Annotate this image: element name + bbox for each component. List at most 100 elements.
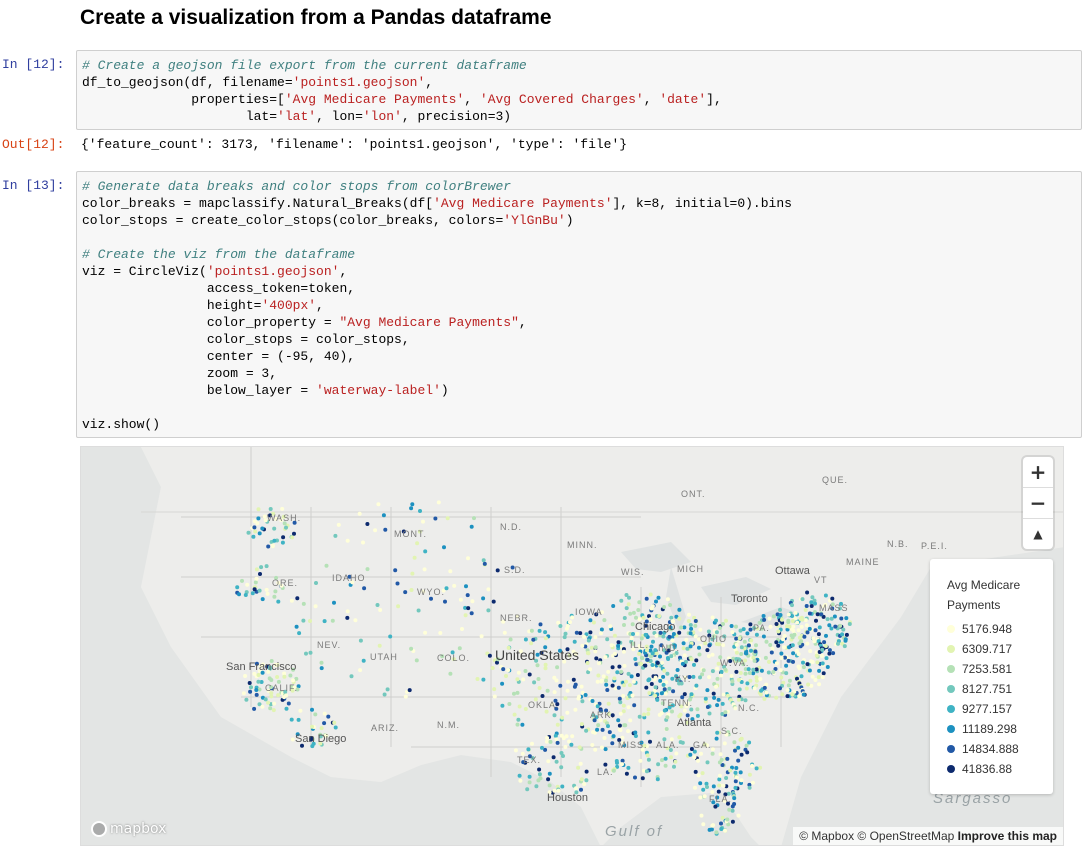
data-point	[645, 657, 650, 662]
data-point	[696, 773, 701, 778]
data-point	[762, 696, 767, 701]
legend-item: 41836.88	[947, 759, 1043, 779]
data-point	[803, 618, 808, 623]
data-point	[591, 730, 595, 735]
data-point	[734, 766, 739, 770]
data-point	[670, 709, 674, 714]
data-point	[537, 767, 542, 772]
data-point	[281, 535, 286, 540]
data-point	[580, 643, 585, 648]
code-token: "Avg Medicare Payments"	[339, 315, 519, 330]
code-token: 'Avg Covered Charges'	[479, 92, 644, 107]
water-label: Gulf of	[605, 823, 664, 840]
data-point	[634, 662, 639, 667]
data-point	[724, 618, 728, 623]
data-point	[457, 646, 462, 651]
data-point	[646, 707, 651, 712]
data-point	[774, 640, 779, 645]
data-point	[376, 502, 381, 507]
data-point	[734, 669, 739, 674]
data-point	[596, 673, 601, 678]
data-point	[255, 521, 260, 526]
data-point	[668, 603, 673, 607]
code-cell-13[interactable]: # Generate data breaks and color stops f…	[76, 171, 1082, 438]
data-point	[724, 776, 729, 780]
data-point	[552, 690, 557, 695]
data-point	[264, 564, 269, 569]
data-point	[297, 631, 302, 636]
data-point	[710, 652, 715, 657]
data-point	[268, 507, 273, 511]
data-point	[669, 654, 674, 659]
zoom-in-button[interactable]: +	[1023, 457, 1053, 488]
data-point	[269, 694, 274, 699]
data-point	[662, 605, 667, 609]
data-point	[654, 633, 659, 638]
data-point	[648, 592, 653, 597]
data-point	[684, 637, 689, 642]
data-point	[602, 736, 607, 740]
state-label: TEX.	[517, 755, 542, 765]
data-point	[646, 757, 651, 762]
legend-swatch	[947, 745, 955, 753]
data-point	[270, 544, 275, 549]
data-point	[689, 707, 694, 712]
data-point	[525, 787, 530, 792]
data-point	[782, 634, 787, 638]
data-point	[345, 538, 350, 543]
data-point	[767, 659, 771, 664]
data-point	[423, 630, 428, 635]
data-point	[502, 630, 507, 635]
data-point	[264, 587, 269, 592]
data-point	[560, 715, 565, 720]
state-label: WIS.	[621, 567, 645, 577]
data-point	[827, 648, 832, 653]
data-point	[752, 686, 757, 691]
data-point	[627, 683, 632, 688]
data-point	[705, 648, 710, 653]
data-point	[810, 674, 815, 679]
data-point	[628, 611, 633, 616]
attribution-text[interactable]: © Mapbox © OpenStreetMap	[799, 829, 954, 843]
legend-label: 9277.157	[962, 702, 1013, 716]
data-point	[624, 771, 629, 776]
data-point	[615, 670, 620, 675]
legend-swatch	[947, 625, 955, 633]
zoom-out-button[interactable]: −	[1023, 488, 1053, 519]
data-point	[779, 675, 784, 680]
code-line: below_layer = 'waterway-label')	[82, 382, 1081, 399]
data-point	[693, 785, 697, 790]
data-point	[619, 669, 624, 674]
compass-button[interactable]: ▲	[1023, 519, 1053, 549]
code-cell-12-source[interactable]: # Create a geojson file export from the …	[82, 57, 1081, 125]
code-token: ],	[706, 92, 722, 107]
data-point	[282, 674, 287, 679]
data-point	[725, 756, 730, 761]
code-cell-12[interactable]: # Create a geojson file export from the …	[76, 50, 1082, 130]
data-point	[766, 670, 771, 675]
data-point	[358, 668, 363, 673]
data-point	[580, 699, 585, 704]
data-point	[290, 535, 295, 540]
data-point	[409, 588, 414, 592]
data-point	[707, 675, 712, 680]
mapbox-logo[interactable]: mapbox	[91, 821, 166, 837]
code-line: color_stops = color_stops,	[82, 331, 1081, 348]
data-point	[677, 616, 682, 621]
code-token: access_token=token,	[82, 281, 356, 296]
data-point	[319, 666, 324, 671]
data-point	[654, 599, 658, 604]
data-point	[560, 784, 565, 789]
data-point	[802, 634, 807, 639]
data-point	[817, 625, 822, 630]
data-point	[754, 766, 759, 771]
data-point	[579, 777, 584, 782]
data-point	[813, 678, 818, 682]
data-point	[656, 595, 661, 600]
data-point	[256, 516, 261, 521]
map-view[interactable]: WASH. MONT. N.D. MINN. ORE. IDAHO WYO. S…	[80, 446, 1064, 846]
code-cell-13-source[interactable]: # Generate data breaks and color stops f…	[82, 178, 1081, 433]
improve-map-link[interactable]: Improve this map	[958, 829, 1057, 843]
data-point	[272, 538, 277, 543]
data-point	[518, 778, 523, 783]
